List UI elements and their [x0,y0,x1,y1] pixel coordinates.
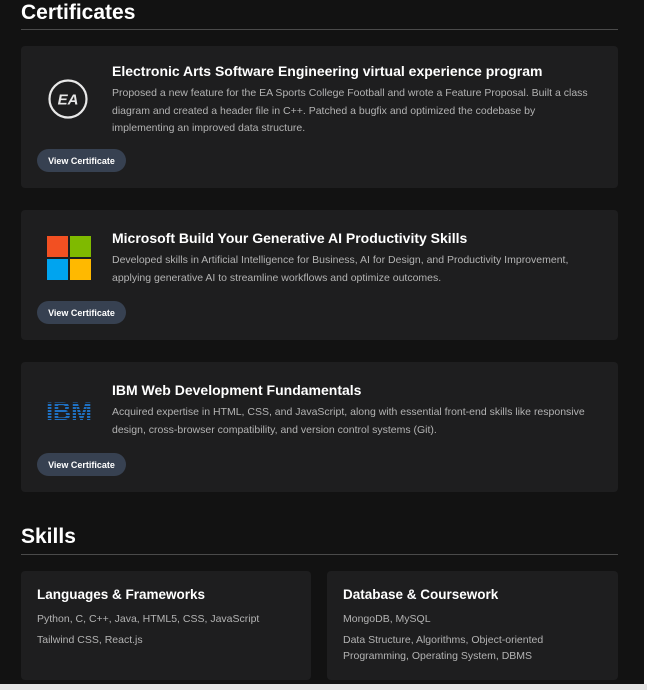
certificates-divider [21,29,618,30]
certificate-title: Microsoft Build Your Generative AI Produ… [112,230,468,246]
certificate-title: IBM Web Development Fundamentals [112,382,362,398]
skill-line: Tailwind CSS, React.js [37,634,143,646]
bottom-edge [0,684,647,690]
ea-logo-icon: EA [48,79,88,119]
skill-line: Programming, Operating System, DBMS [343,650,533,662]
skill-card-title: Languages & Frameworks [37,587,206,602]
skill-card-title: Database & Coursework [343,587,499,602]
view-certificate-button[interactable]: View Certificate [37,149,126,172]
view-certificate-button[interactable]: View Certificate [37,453,126,476]
skill-card-database: Database & Coursework MongoDB, MySQL Dat… [327,571,618,680]
skills-divider [21,554,618,555]
certificate-card-ea: EA Electronic Arts Software Engineering … [21,46,618,188]
svg-text:IBM: IBM [46,398,92,422]
skill-line: MongoDB, MySQL [343,613,431,625]
certificate-description: Acquired expertise in HTML, CSS, and Jav… [112,406,585,436]
skill-card-languages: Languages & Frameworks Python, C, C++, J… [21,571,311,680]
certificate-card-microsoft: Microsoft Build Your Generative AI Produ… [21,210,618,340]
certificates-heading: Certificates [21,1,136,24]
certificate-title: Electronic Arts Software Engineering vir… [112,63,543,79]
certificate-description: Developed skills in Artificial Intellige… [112,254,569,284]
view-certificate-button[interactable]: View Certificate [37,301,126,324]
ibm-logo-icon: IBM [37,398,101,426]
skill-line: Python, C, C++, Java, HTML5, CSS, JavaSc… [37,613,260,625]
certificate-description: Proposed a new feature for the EA Sports… [112,87,588,134]
skills-heading: Skills [21,525,76,548]
svg-text:EA: EA [58,92,79,109]
microsoft-logo-icon [47,236,91,280]
skill-line: Data Structure, Algorithms, Object-orien… [343,634,544,646]
certificate-card-ibm: IBM IBM Web Development Fundamentals Acq… [21,362,618,492]
